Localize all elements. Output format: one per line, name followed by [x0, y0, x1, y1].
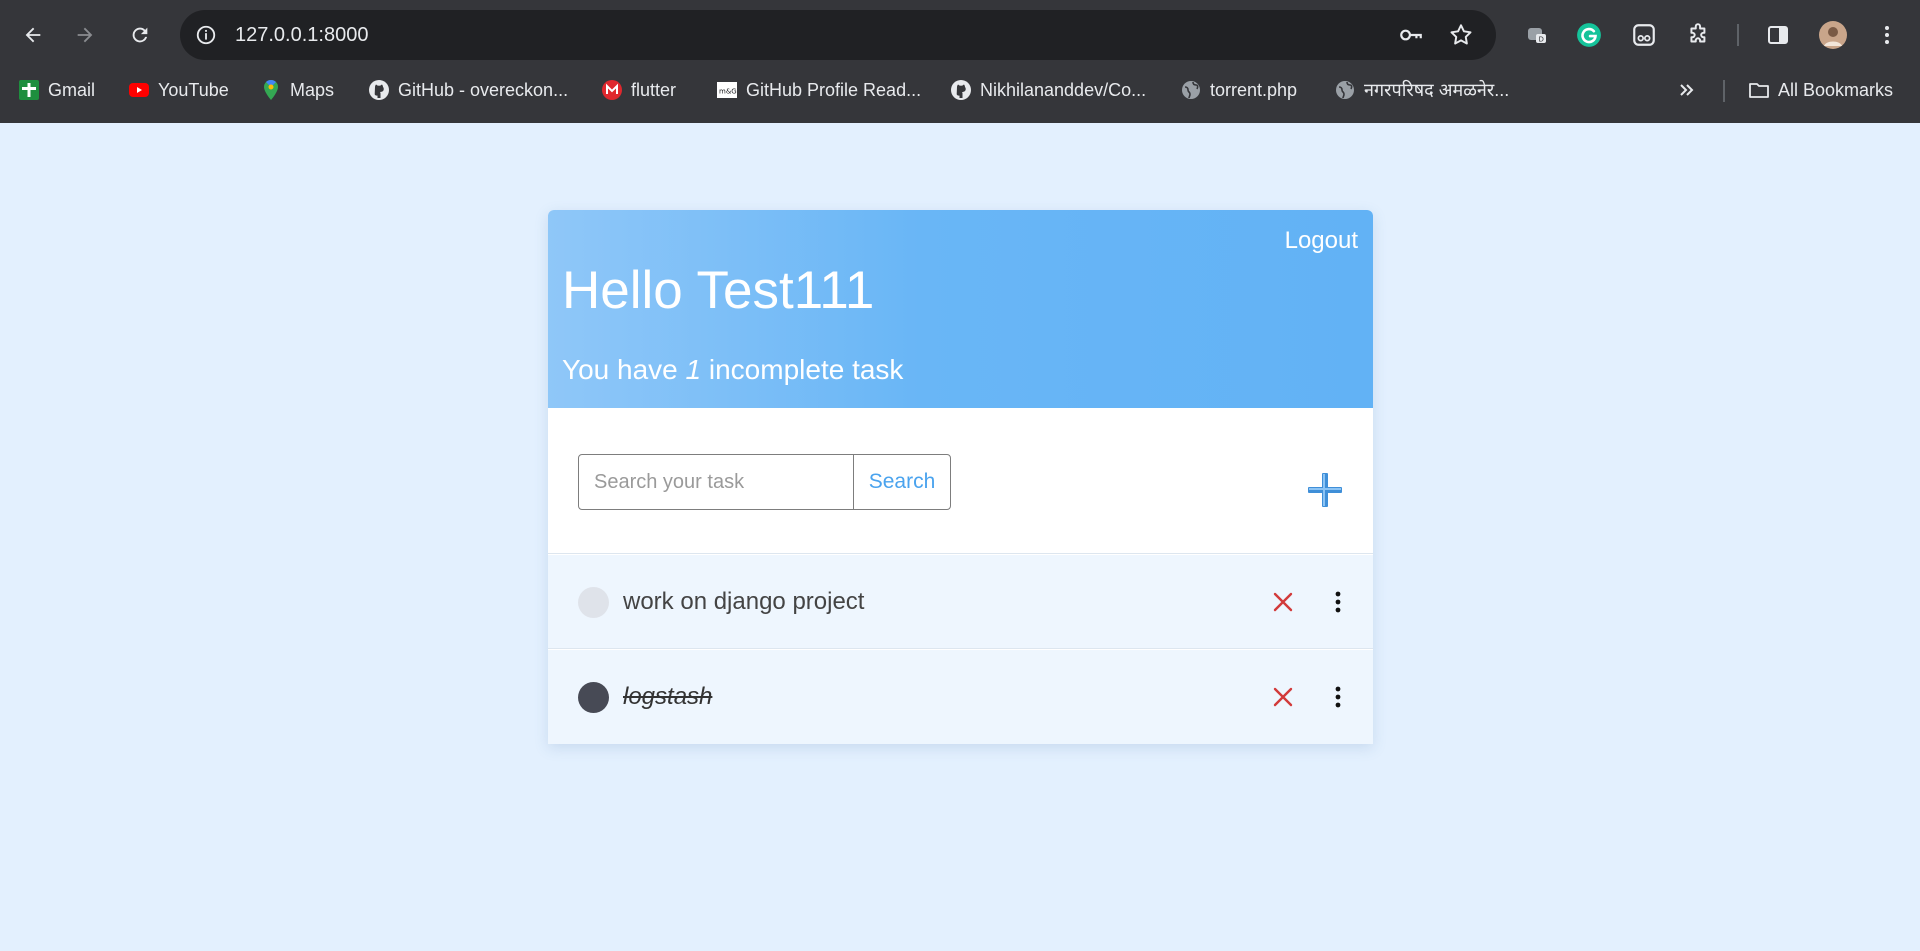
summary-prefix: You have: [562, 354, 686, 385]
bookmark-label: flutter: [631, 79, 677, 100]
bookmark-maps[interactable]: Maps: [260, 76, 334, 104]
plus-icon: [1308, 473, 1342, 507]
github-icon: [368, 79, 390, 101]
logout-link[interactable]: Logout: [1285, 227, 1358, 255]
task-menu-button[interactable]: [1328, 589, 1348, 615]
bookmark-star-icon[interactable]: [1448, 22, 1474, 48]
side-panel-icon[interactable]: [1764, 21, 1792, 49]
todo-card: Logout Hello Test111 You have 1 incomple…: [548, 210, 1373, 744]
gmail-icon: [18, 79, 40, 101]
flutter-bookmark-icon: [601, 79, 623, 101]
bookmark-nikhilananddev[interactable]: Nikhilananddev/Co...: [950, 76, 1146, 104]
all-bookmarks-button[interactable]: All Bookmarks: [1748, 76, 1893, 104]
task-complete-toggle[interactable]: [578, 587, 609, 618]
greeting-heading: Hello Test111: [562, 261, 875, 320]
bookmark-gmail[interactable]: Gmail: [18, 76, 95, 104]
close-icon: [1273, 592, 1293, 612]
bookmark-label: torrent.php: [1210, 79, 1298, 100]
profile-readme-icon: m&G: [716, 79, 738, 101]
extensions-puzzle-icon[interactable]: [1685, 21, 1713, 49]
svg-text:D: D: [1539, 36, 1544, 44]
maps-icon: [260, 79, 282, 101]
site-info-icon[interactable]: [194, 23, 218, 47]
bookmark-torrent[interactable]: torrent.php: [1180, 76, 1297, 104]
bookmark-label: Maps: [290, 79, 335, 100]
summary-suffix: incomplete task: [701, 354, 904, 385]
search-button[interactable]: Search: [853, 454, 951, 510]
search-row: Search: [548, 408, 1373, 554]
globe-icon: [1180, 79, 1202, 101]
extension-icon[interactable]: D: [1523, 21, 1551, 49]
browser-toolbar: 127.0.0.1:8000 D: [0, 0, 1920, 70]
browser-menu-icon[interactable]: [1873, 21, 1901, 49]
reader-extension-icon[interactable]: [1630, 21, 1658, 49]
task-title[interactable]: logstash: [623, 683, 712, 711]
folder-icon: [1748, 79, 1770, 101]
chevron-double-right-icon: [1676, 79, 1698, 101]
bookmark-label: Gmail: [48, 79, 96, 100]
all-bookmarks-label: All Bookmarks: [1778, 79, 1894, 100]
close-icon: [1273, 687, 1293, 707]
kebab-menu-icon: [1335, 591, 1341, 613]
password-key-icon[interactable]: [1398, 22, 1424, 48]
task-row: logstash: [548, 650, 1373, 744]
task-menu-button[interactable]: [1328, 684, 1348, 710]
youtube-icon: [128, 79, 150, 101]
grammarly-icon[interactable]: [1575, 21, 1603, 49]
back-button[interactable]: [15, 17, 51, 53]
reload-button[interactable]: [122, 17, 158, 53]
delete-task-button[interactable]: [1272, 686, 1294, 708]
bookmark-label: GitHub Profile Read...: [746, 79, 922, 100]
add-task-button[interactable]: [1305, 470, 1345, 510]
bookmarks-divider: [1723, 80, 1725, 102]
incomplete-count: 1: [685, 354, 702, 385]
profile-avatar-icon[interactable]: [1819, 21, 1847, 49]
card-header: Logout Hello Test111 You have 1 incomple…: [548, 210, 1373, 408]
bookmark-github-profile-readme[interactable]: m&G GitHub Profile Read...: [716, 76, 921, 104]
task-row: work on django project: [548, 555, 1373, 649]
reload-icon: [132, 27, 148, 43]
bookmark-label: Nikhilananddev/Co...: [980, 79, 1147, 100]
github-icon: [950, 79, 972, 101]
bookmarks-bar: Gmail YouTube Maps GitHub - overeckon...…: [0, 70, 1920, 110]
bookmark-nagar-parishad[interactable]: नगरपरिषद अमळनेर...: [1334, 76, 1509, 104]
url-text[interactable]: 127.0.0.1:8000: [235, 24, 368, 47]
globe-icon: [1334, 79, 1356, 101]
back-arrow-icon: [25, 27, 41, 43]
task-title[interactable]: work on django project: [623, 588, 864, 616]
task-complete-toggle[interactable]: [578, 682, 609, 713]
delete-task-button[interactable]: [1272, 591, 1294, 613]
bookmark-flutter[interactable]: flutter: [601, 76, 676, 104]
forward-button[interactable]: [67, 17, 103, 53]
svg-text:m&G: m&G: [719, 88, 737, 96]
forward-arrow-icon: [77, 27, 93, 43]
kebab-menu-icon: [1335, 686, 1341, 708]
more-bookmarks-button[interactable]: [1676, 76, 1698, 104]
bookmark-label: नगरपरिषद अमळनेर...: [1364, 80, 1510, 100]
bookmark-label: GitHub - overeckon...: [398, 79, 569, 100]
incomplete-summary: You have 1 incomplete task: [562, 354, 903, 386]
bookmark-label: YouTube: [158, 79, 229, 100]
bookmark-github-overeckon[interactable]: GitHub - overeckon...: [368, 76, 568, 104]
search-input[interactable]: [578, 454, 854, 510]
bookmark-youtube[interactable]: YouTube: [128, 76, 229, 104]
toolbar-divider: [1737, 24, 1739, 46]
address-bar[interactable]: 127.0.0.1:8000: [180, 10, 1496, 60]
browser-chrome: 127.0.0.1:8000 D Gmail YouTube Maps GitH…: [0, 0, 1920, 123]
